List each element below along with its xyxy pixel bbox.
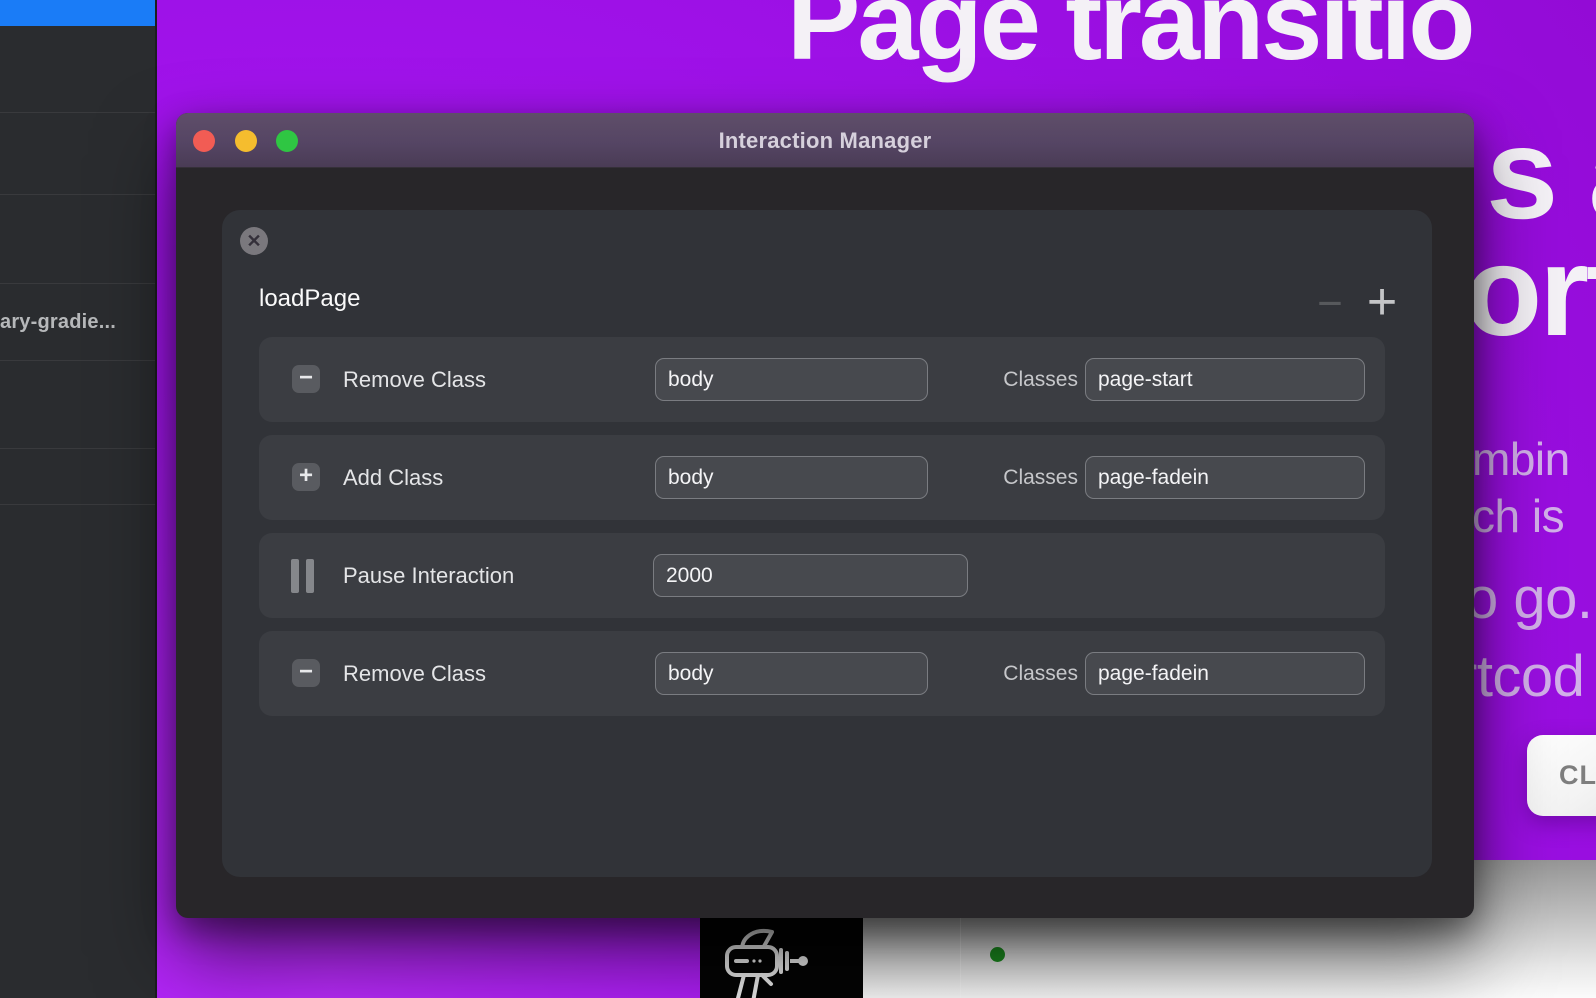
selector-input[interactable] [653,554,968,597]
classes-label: Classes [959,368,1078,392]
cta-button[interactable]: CL [1527,735,1596,816]
remove-action-button[interactable]: − [1312,286,1348,322]
screen: Page transitio s a ort mbin ch is o go. … [0,0,1596,998]
classes-label: Classes [959,662,1078,686]
selector-input[interactable] [655,652,928,695]
classes-input[interactable] [1085,652,1365,695]
action-row: + Add Class Classes [259,435,1385,520]
classes-input[interactable] [1085,456,1365,499]
sidebar-divider [0,112,155,113]
status-dot [990,947,1005,962]
sidebar-item-label[interactable]: ary-gradie... [0,311,152,334]
sidebar-selected-item[interactable] [0,0,155,26]
classes-label: Classes [959,466,1078,490]
heading-fragment-2: s a [1486,108,1596,238]
paragraph-fragment-1: mbin [1472,436,1570,482]
minus-icon[interactable]: − [292,365,320,393]
interaction-panel: ✕ loadPage − + − Remove Class Classes + … [222,210,1432,877]
sidebar-divider [0,504,155,505]
selector-input[interactable] [655,358,928,401]
classes-input[interactable] [1085,358,1365,401]
pause-icon[interactable] [288,559,316,593]
paragraph-fragment-2: ch is [1472,493,1564,539]
interaction-name-label: loadPage [259,285,360,313]
page-heading: Page transitio [787,0,1472,77]
sidebar-divider [0,194,155,195]
action-row: − Remove Class Classes [259,631,1385,716]
sidebar-divider [0,283,155,284]
action-label: Remove Class [343,661,486,687]
sidebar-divider [0,360,155,361]
window-titlebar[interactable]: Interaction Manager [176,113,1474,168]
paragraph-fragment-4: rtcod [1458,648,1584,706]
add-action-button[interactable]: + [1362,282,1402,322]
sidebar-divider [0,448,155,449]
close-panel-icon[interactable]: ✕ [240,227,268,255]
minus-icon[interactable]: − [292,659,320,687]
action-rows: − Remove Class Classes + Add Class Class… [259,337,1385,729]
action-label: Remove Class [343,367,486,393]
paragraph-fragment-3: o go. [1466,570,1593,628]
action-row: Pause Interaction [259,533,1385,618]
heading-fragment-3: ort [1464,228,1596,356]
window-title: Interaction Manager [176,128,1474,154]
sidebar: ary-gradie... [0,0,157,998]
interaction-manager-window: Interaction Manager ✕ loadPage − + − Rem… [176,113,1474,918]
raygun-logo-tile [700,918,863,998]
selector-input[interactable] [655,456,928,499]
action-label: Pause Interaction [343,563,514,589]
action-row: − Remove Class Classes [259,337,1385,422]
plus-icon[interactable]: + [292,463,320,491]
action-label: Add Class [343,465,443,491]
